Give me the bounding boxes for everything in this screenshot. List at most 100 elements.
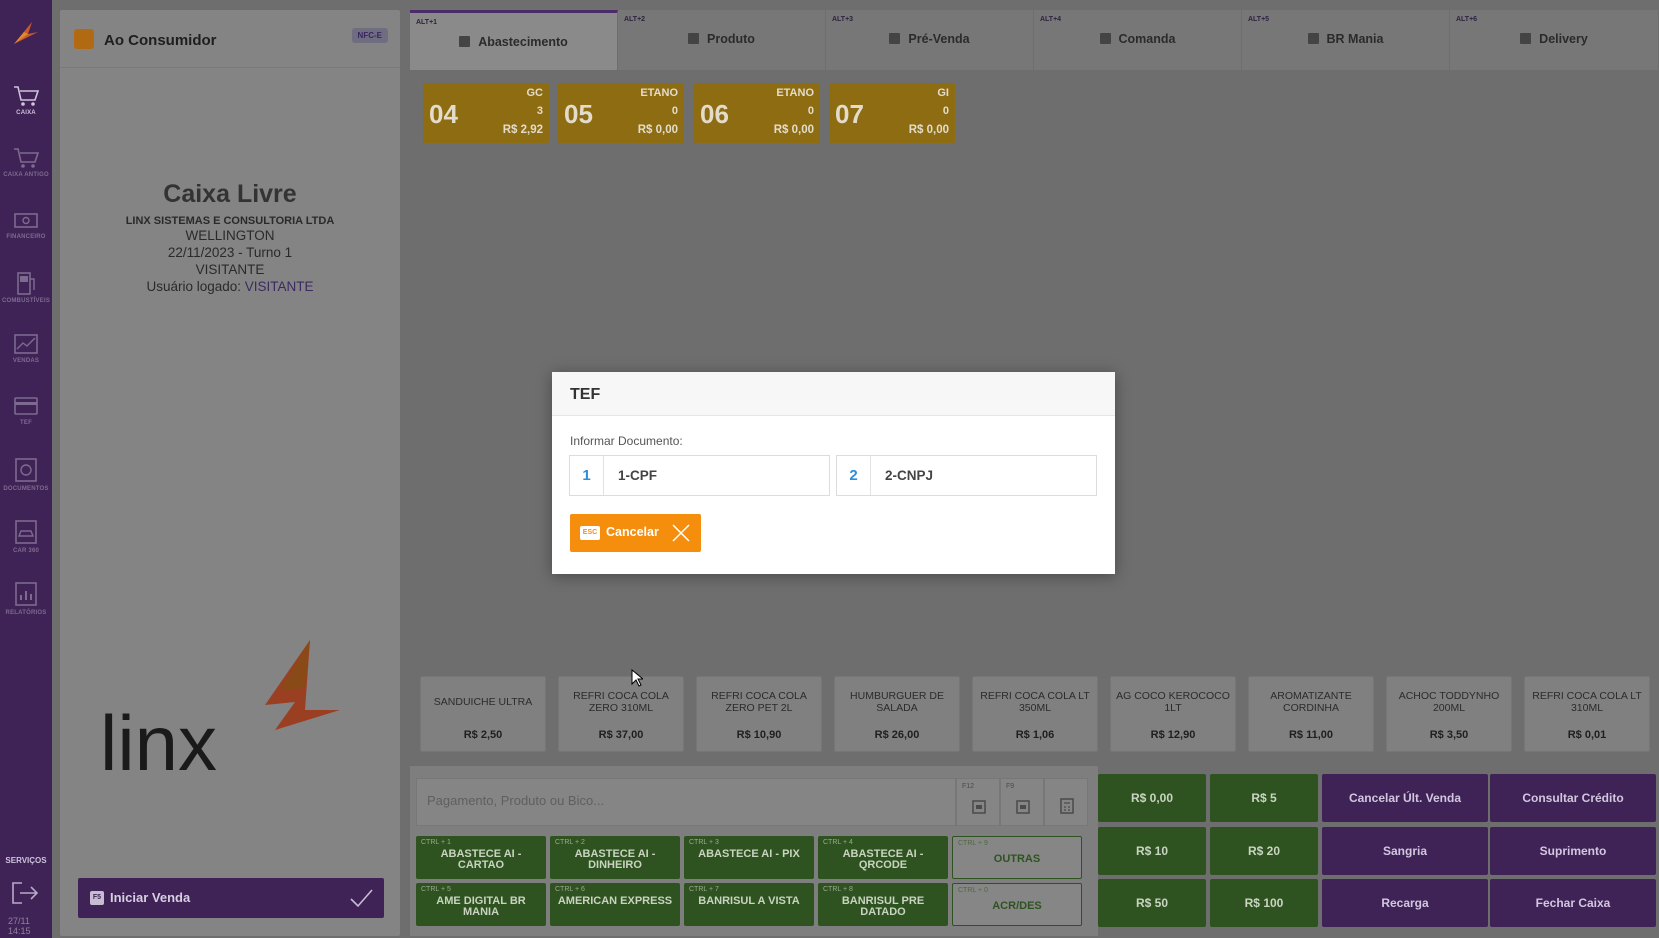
cash-button-5[interactable]: R$ 5 xyxy=(1210,774,1318,822)
sidebar-clock: 27/11 14:15 xyxy=(8,916,31,936)
quick-pay-button[interactable]: CTRL + 8 BANRISUL PRE DATADO xyxy=(818,883,948,926)
recarga-button[interactable]: Recarga xyxy=(1322,879,1488,927)
tab-label: Delivery xyxy=(1539,32,1588,46)
tab-abastecimento[interactable]: ALT+1 Abastecimento xyxy=(410,10,618,70)
tab-comanda[interactable]: ALT+4 Comanda xyxy=(1034,10,1242,70)
pump-fuel: GC xyxy=(526,87,544,99)
pump-tile-04[interactable]: 04 GC 3 R$ 2,92 xyxy=(423,83,549,143)
customer-name[interactable]: Ao Consumidor xyxy=(104,32,217,49)
pump-count: 0 xyxy=(671,105,678,117)
quick-pay-label: ABASTECE AI - DINHEIRO xyxy=(574,848,656,871)
cashier-status: Caixa Livre LINX SISTEMAS E CONSULTORIA … xyxy=(60,180,400,295)
product-tile[interactable]: REFRI COCA COLA ZERO PET 2L R$ 10,90 xyxy=(696,676,822,752)
f9-button[interactable]: F9 xyxy=(1000,778,1044,826)
sidebar-services-label[interactable]: SERVIÇOS xyxy=(0,856,52,865)
logged-user-prefix: Usuário logado: xyxy=(146,279,242,294)
start-sale-key: F5 xyxy=(90,891,104,905)
quick-pay-button[interactable]: CTRL + 4 ABASTECE AI - QRCODE xyxy=(818,836,948,879)
quick-pay-button[interactable]: CTRL + 7 BANRISUL A VISTA xyxy=(684,883,814,926)
cash-button-100[interactable]: R$ 100 xyxy=(1210,879,1318,927)
tab-delivery[interactable]: ALT+6 Delivery xyxy=(1450,10,1659,70)
cart-icon xyxy=(688,33,700,44)
sidebar-item-label: TEF xyxy=(20,420,32,426)
cancel-button[interactable]: ESC Cancelar xyxy=(570,514,701,552)
quick-pay-key: CTRL + 3 xyxy=(689,839,719,846)
pump-tile-06[interactable]: 06 ETANO 0 R$ 0,00 xyxy=(694,83,820,143)
product-tile[interactable]: ACHOC TODDYNHO 200ML R$ 3,50 xyxy=(1386,676,1512,752)
tab-shortcut: ALT+2 xyxy=(624,16,646,23)
sidebar-item-tef[interactable]: TEF xyxy=(0,388,52,446)
cash-button-10[interactable]: R$ 10 xyxy=(1098,827,1206,875)
tab-br-mania[interactable]: ALT+5 BR Mania xyxy=(1242,10,1450,70)
sidebar-item-label: FINANCEIRO xyxy=(6,234,46,240)
suprimento-button[interactable]: Suprimento xyxy=(1490,827,1656,875)
sidebar-item-combustiveis[interactable]: COMBUSTÍVEIS xyxy=(0,264,52,322)
product-tile[interactable]: HUMBURGUER DE SALADA R$ 26,00 xyxy=(834,676,960,752)
close-register-button[interactable]: Fechar Caixa xyxy=(1490,879,1656,927)
cash-button-0[interactable]: R$ 0,00 xyxy=(1098,774,1206,822)
product-shortcuts: SANDUICHE ULTRA R$ 2,50 REFRI COCA COLA Z… xyxy=(410,666,1659,756)
tab-shortcut: ALT+5 xyxy=(1248,16,1270,23)
sidebar-item-vendas[interactable]: VENDAS xyxy=(0,326,52,384)
f12-button[interactable]: F12 xyxy=(956,778,1000,826)
sidebar-item-financeiro[interactable]: FINANCEIRO xyxy=(0,202,52,260)
product-price: R$ 37,00 xyxy=(598,729,644,741)
customer-icon[interactable] xyxy=(74,29,94,49)
sidebar: CAIXA CAIXA ANTIGO FINANCEIRO COMBUSTÍVE… xyxy=(0,0,52,938)
start-sale-button[interactable]: F5 Iniciar Venda xyxy=(78,878,384,918)
product-tile[interactable]: REFRI COCA COLA LT 350ML R$ 1,06 xyxy=(972,676,1098,752)
quick-pay-button[interactable]: CTRL + 6 AMERICAN EXPRESS xyxy=(550,883,680,926)
quick-pay-outras-button[interactable]: CTRL + 9 OUTRAS xyxy=(952,836,1082,879)
cash-button-50[interactable]: R$ 50 xyxy=(1098,879,1206,927)
quick-pay-key: CTRL + 5 xyxy=(421,886,451,893)
product-tile[interactable]: AROMATIZANTE CORDINHA R$ 11,00 xyxy=(1248,676,1374,752)
quick-pay-label: ABASTECE AI - CARTAO xyxy=(440,848,522,871)
product-tile[interactable]: AG COCO KEROCOCO 1LT R$ 12,90 xyxy=(1110,676,1236,752)
quick-pay-button[interactable]: CTRL + 2 ABASTECE AI - DINHEIRO xyxy=(550,836,680,879)
quick-pay-button[interactable]: CTRL + 5 AME DIGITAL BR MANIA xyxy=(416,883,546,926)
sidebar-item-car360[interactable]: CAR 360 xyxy=(0,512,52,570)
sidebar-item-relatorios[interactable]: RELATÓRIOS xyxy=(0,574,52,632)
sidebar-item-caixa-antigo[interactable]: CAIXA ANTIGO xyxy=(0,140,52,198)
cpf-option-button[interactable]: 1 1-CPF xyxy=(569,455,830,496)
product-tile[interactable]: REFRI COCA COLA ZERO 310ML R$ 37,00 xyxy=(558,676,684,752)
product-tile[interactable]: SANDUICHE ULTRA R$ 2,50 xyxy=(420,676,546,752)
pump-tile-07[interactable]: 07 GI 0 R$ 0,00 xyxy=(829,83,955,143)
logged-user-line: Usuário logado: VISITANTE xyxy=(60,278,400,295)
pump-value: R$ 0,00 xyxy=(637,124,678,136)
tab-pre-venda[interactable]: ALT+3 Pré-Venda xyxy=(826,10,1034,70)
check-icon xyxy=(350,889,373,908)
sangria-button[interactable]: Sangria xyxy=(1322,827,1488,875)
product-tile[interactable]: REFRI COCA COLA LT 310ML R$ 0,01 xyxy=(1524,676,1650,752)
payment-search-input[interactable] xyxy=(427,793,927,808)
product-name: AROMATIZANTE CORDINHA xyxy=(1270,690,1352,714)
quick-pay-label: ABASTECE AI - QRCODE xyxy=(842,848,924,871)
tab-label: Pré-Venda xyxy=(908,32,970,46)
sidebar-item-documentos[interactable]: DOCUMENTOS xyxy=(0,450,52,508)
logout-icon[interactable] xyxy=(10,880,40,906)
pump-tile-05[interactable]: 05 ETANO 0 R$ 0,00 xyxy=(558,83,684,143)
check-credit-button[interactable]: Consultar Crédito xyxy=(1490,774,1656,822)
modal-document-label: Informar Documento: xyxy=(570,434,683,448)
clock-date: 27/11 xyxy=(8,916,30,926)
quick-pay-acr-des-button[interactable]: CTRL + 0 ACR/DES xyxy=(952,883,1082,926)
sidebar-item-caixa[interactable]: CAIXA xyxy=(0,78,52,136)
quick-pay-key: CTRL + 4 xyxy=(823,839,853,846)
calculator-button[interactable] xyxy=(1044,778,1088,826)
sidebar-item-label: CAIXA xyxy=(16,110,36,116)
tab-produto[interactable]: ALT+2 Produto xyxy=(618,10,826,70)
cnpj-option-button[interactable]: 2 2-CNPJ xyxy=(836,455,1097,496)
linx-logo-icon[interactable] xyxy=(10,18,40,48)
tab-label: Produto xyxy=(707,32,755,46)
sidebar-item-label: COMBUSTÍVEIS xyxy=(1,298,51,304)
pump-fuel: ETANO xyxy=(776,87,814,99)
quick-pay-button[interactable]: CTRL + 1 ABASTECE AI - CARTAO xyxy=(416,836,546,879)
cart-icon xyxy=(14,86,40,106)
cancel-last-sale-button[interactable]: Cancelar Últ. Venda xyxy=(1322,774,1488,822)
cashier-panel: Ao Consumidor NFC-E Caixa Livre LINX SIS… xyxy=(60,10,400,936)
person-icon xyxy=(1099,33,1111,44)
nfce-badge[interactable]: NFC-E xyxy=(351,28,388,43)
cash-button-20[interactable]: R$ 20 xyxy=(1210,827,1318,875)
cart-old-icon xyxy=(14,148,40,168)
quick-pay-button[interactable]: CTRL + 3 ABASTECE AI - PIX xyxy=(684,836,814,879)
